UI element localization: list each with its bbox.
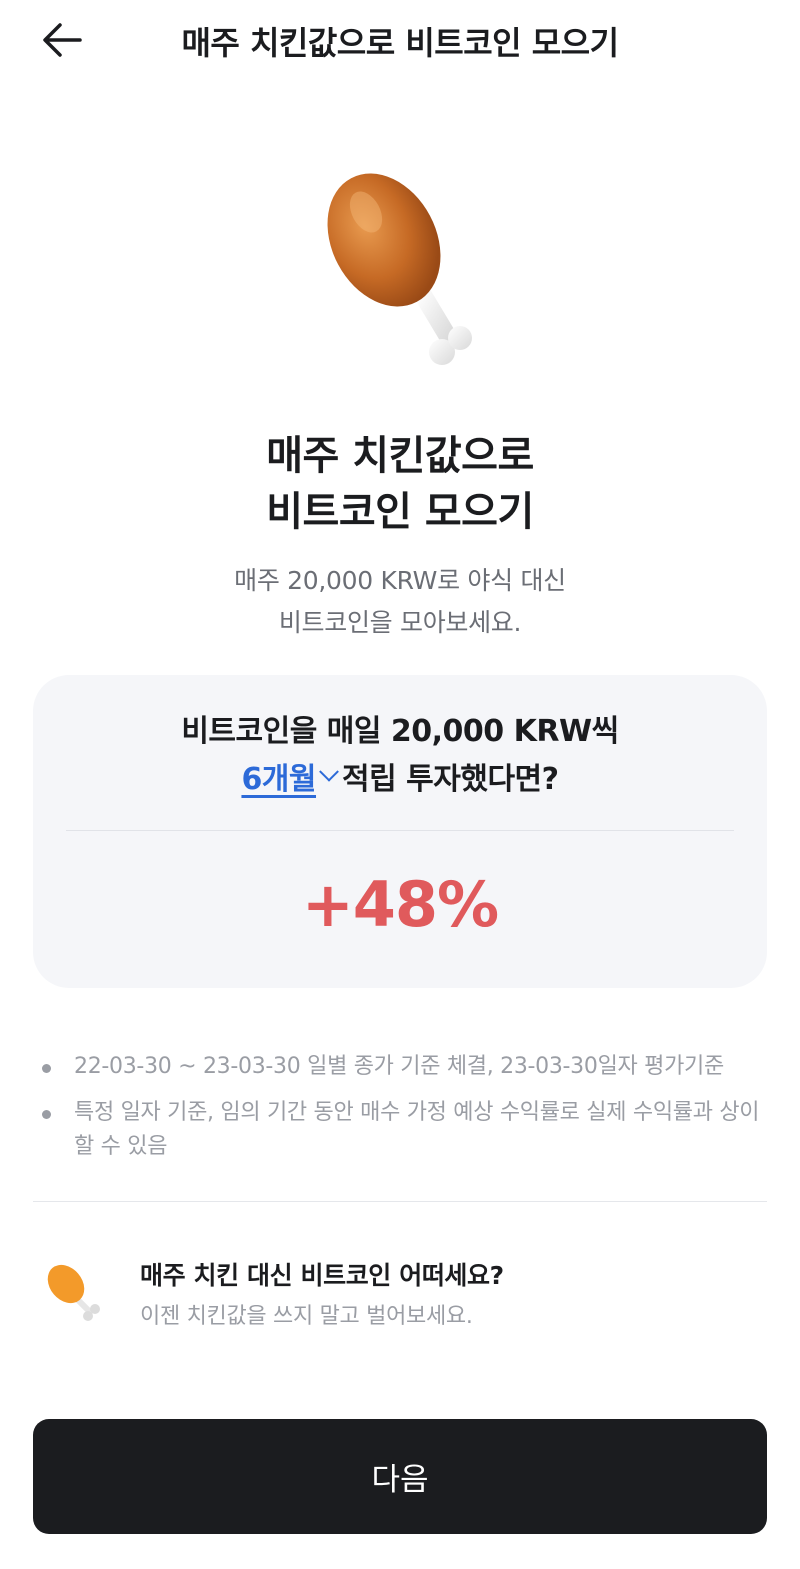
notes-list: 22-03-30 ~ 23-03-30 일별 종가 기준 체결, 23-03-3… bbox=[40, 1050, 770, 1176]
card-divider bbox=[66, 830, 734, 831]
promo-subtitle: 이젠 치킨값을 쓰지 말고 벌어보세요. bbox=[140, 1304, 473, 1329]
chevron-down-icon bbox=[319, 761, 339, 782]
result-percentage: +48% bbox=[301, 868, 499, 941]
period-select[interactable]: 6개월 bbox=[241, 754, 339, 798]
note-item: 특정 일자 기준, 임의 기간 동안 매수 가정 예상 수익률로 실제 수익률과… bbox=[40, 1096, 770, 1164]
bullet-icon bbox=[42, 1110, 51, 1119]
next-button[interactable]: 다음 bbox=[33, 1419, 767, 1534]
hero-subtitle-line1: 매주 20,000 KRW로 야식 대신 bbox=[234, 566, 566, 595]
simulation-line2: 6개월 적립 투자했다면? bbox=[0, 754, 800, 798]
note-text: 22-03-30 ~ 23-03-30 일별 종가 기준 체결, 23-03-3… bbox=[74, 1054, 724, 1079]
bullet-icon bbox=[42, 1064, 51, 1073]
header: 매주 치킨값으로 비트코인 모으기 bbox=[0, 0, 800, 80]
page-title: 매주 치킨값으로 비트코인 모으기 bbox=[181, 24, 619, 62]
note-text: 특정 일자 기준, 임의 기간 동안 매수 가정 예상 수익률로 실제 수익률과… bbox=[74, 1100, 760, 1159]
chicken-drumstick-icon bbox=[44, 1262, 104, 1322]
chicken-drumstick-icon bbox=[322, 162, 478, 372]
simulation-line2-suffix: 적립 투자했다면? bbox=[342, 762, 559, 797]
hero-title-line2: 비트코인 모으기 bbox=[266, 489, 534, 535]
hero-title-line1: 매주 치킨값으로 bbox=[266, 433, 534, 479]
note-item: 22-03-30 ~ 23-03-30 일별 종가 기준 체결, 23-03-3… bbox=[40, 1050, 770, 1084]
hero-title: 매주 치킨값으로 비트코인 모으기 bbox=[0, 428, 800, 540]
section-divider bbox=[33, 1201, 767, 1202]
period-label: 6개월 bbox=[241, 762, 317, 797]
hero-subtitle-line2: 비트코인을 모아보세요. bbox=[278, 608, 522, 637]
hero-subtitle: 매주 20,000 KRW로 야식 대신 비트코인을 모아보세요. bbox=[0, 560, 800, 644]
promo-title: 매주 치킨 대신 비트코인 어떠세요? bbox=[140, 1261, 504, 1290]
simulation-line1: 비트코인을 매일 20,000 KRW씩 bbox=[181, 714, 619, 749]
